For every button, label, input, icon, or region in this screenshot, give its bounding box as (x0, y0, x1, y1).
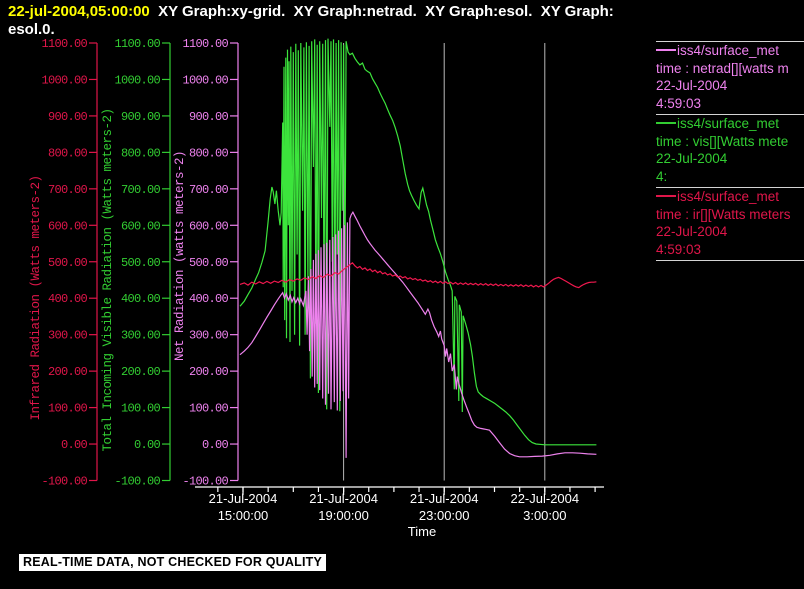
x-tick-date: 21-Jul-2004 (410, 491, 479, 506)
x-tick-date: 22-Jul-2004 (510, 491, 579, 506)
legend-time: 4:59:03 (656, 241, 702, 257)
title-datetime: 22-jul-2004,05:00:00 (8, 3, 150, 20)
legend-source: iss4/surface_met (677, 189, 780, 204)
y-tick-label-infrared: -100.00 (41, 475, 87, 489)
y-tick-label-infrared: 500.00 (48, 256, 88, 270)
y-axis-title-net: Net Radiation (watts meters-2) (173, 151, 187, 361)
title-graph-list: XY Graph:xy-grid. XY Graph:netrad. XY Gr… (149, 3, 614, 20)
legend-field: time : vis[][Watts mete (656, 133, 789, 149)
legend-source: iss4/surface_met (677, 43, 780, 58)
legend-entry-vis[interactable]: iss4/surface_met time : vis[][Watts mete… (656, 114, 804, 187)
y-tick-label-net: 500.00 (189, 256, 229, 270)
x-tick-time: 15:00:00 (218, 508, 269, 523)
y-tick-label-visible: 200.00 (121, 365, 161, 379)
y-axis-title-visible: Total Incoming Visible Radiation (Watts … (101, 108, 115, 451)
legend-panel: iss4/surface_met time : netrad[][watts m… (656, 41, 804, 261)
y-tick-label-net: 100.00 (189, 402, 229, 416)
legend-entry-netrad[interactable]: iss4/surface_met time : netrad[][watts m… (656, 41, 804, 114)
y-tick-label-net: 0.00 (202, 438, 229, 452)
y-tick-label-net: 1100.00 (182, 37, 228, 51)
y-tick-label-infrared: 400.00 (48, 292, 88, 306)
legend-line-sample (656, 122, 676, 125)
legend-entry-ir[interactable]: iss4/surface_met time : ir[][Watts meter… (656, 187, 804, 260)
y-tick-label-infrared: 200.00 (48, 365, 88, 379)
x-tick-time: 23:00:00 (419, 508, 470, 523)
y-tick-label-net: 900.00 (189, 110, 229, 124)
y-tick-label-infrared: 600.00 (48, 219, 88, 233)
legend-date: 22-Jul-2004 (656, 151, 728, 166)
y-tick-label-visible: 900.00 (121, 110, 161, 124)
x-tick-time: 3:00:00 (523, 508, 566, 523)
y-tick-label-net: 1000.00 (182, 73, 228, 87)
title-line-2: esol.0. (8, 21, 55, 38)
y-tick-label-visible: 300.00 (121, 329, 161, 343)
plot-region[interactable] (240, 43, 604, 481)
y-tick-label-visible: 400.00 (121, 292, 161, 306)
legend-source: iss4/surface_met (677, 116, 780, 131)
y-tick-label-visible: 800.00 (121, 146, 161, 160)
y-tick-label-visible: 600.00 (121, 219, 161, 233)
y-axis-title-infrared: Infrared Radiation (Watts meters-2) (29, 175, 43, 420)
y-tick-label-infrared: 800.00 (48, 146, 88, 160)
y-tick-label-infrared: 900.00 (48, 110, 88, 124)
x-axis-title: Time (408, 524, 436, 539)
legend-line-sample (656, 49, 676, 52)
y-tick-label-net: 800.00 (189, 146, 229, 160)
quality-notice: REAL-TIME DATA, NOT CHECKED FOR QUALITY (19, 554, 326, 571)
app-window: 1100.00 1000.00 900.00 800.00 700.00 600.00 50… (0, 0, 804, 589)
y-tick-label-net: 700.00 (189, 183, 229, 197)
y-tick-label-net: 200.00 (189, 365, 229, 379)
y-tick-label-infrared: 0.00 (61, 438, 88, 452)
y-tick-label-visible: 500.00 (121, 256, 161, 270)
y-tick-label-net: 400.00 (189, 292, 229, 306)
y-tick-label-net: 300.00 (189, 329, 229, 343)
legend-line-sample (656, 195, 676, 198)
x-tick-time: 19:00:00 (318, 508, 369, 523)
y-tick-label-visible: 0.00 (134, 438, 161, 452)
window-title: 22-jul-2004,05:00:00 XY Graph:xy-grid. X… (8, 3, 798, 39)
y-tick-label-visible: 700.00 (121, 183, 161, 197)
legend-field: time : netrad[][watts m (656, 60, 789, 76)
y-tick-label-infrared: 700.00 (48, 183, 88, 197)
y-tick-label-visible: 1000.00 (114, 73, 160, 87)
legend-time: 4:59:03 (656, 95, 702, 111)
legend-time: 4: (656, 168, 668, 184)
x-tick-date: 21-Jul-2004 (209, 491, 278, 506)
y-tick-label-infrared: 100.00 (48, 402, 88, 416)
legend-field: time : ir[][Watts meters (656, 206, 791, 222)
y-tick-label-net: 600.00 (189, 219, 229, 233)
y-tick-label-infrared: 1100.00 (41, 37, 87, 51)
y-tick-label-infrared: 1000.00 (41, 73, 87, 87)
y-tick-label-infrared: 300.00 (48, 329, 88, 343)
legend-date: 22-Jul-2004 (656, 78, 728, 93)
legend-date: 22-Jul-2004 (656, 224, 728, 239)
y-tick-label-visible: 1100.00 (114, 37, 160, 51)
y-tick-label-visible: 100.00 (121, 402, 161, 416)
title-line-1: 22-jul-2004,05:00:00 XY Graph:xy-grid. X… (8, 3, 798, 21)
x-tick-date: 21-Jul-2004 (309, 491, 378, 506)
y-tick-label-visible: -100.00 (114, 475, 160, 489)
